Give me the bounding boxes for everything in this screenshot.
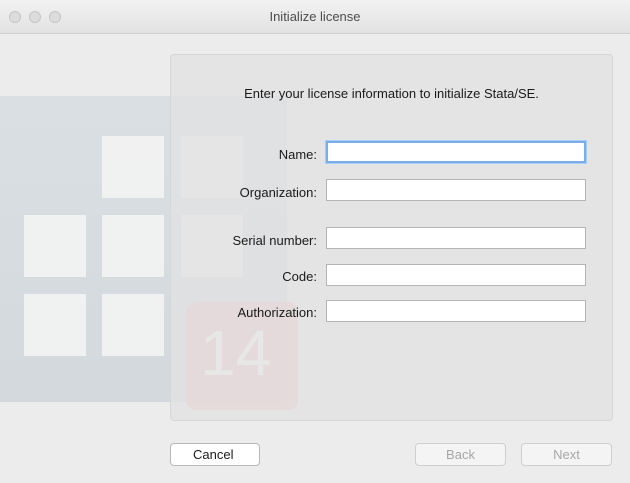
name-label: Name: [278,147,317,162]
license-prompt: Enter your license information to initia… [244,86,539,101]
artwork-tile [24,215,86,277]
authorization-label: Authorization: [237,305,318,320]
code-field[interactable] [326,264,586,286]
back-button[interactable]: Back [415,443,506,466]
title-bar: Initialize license [0,0,630,34]
name-field[interactable] [326,141,586,163]
serial-number-field[interactable] [326,227,586,249]
authorization-field[interactable] [326,300,586,322]
window-title: Initialize license [269,9,361,24]
serial-number-label: Serial number: [232,233,317,248]
organization-field[interactable] [326,179,586,201]
artwork-tile [102,294,164,356]
cancel-button[interactable]: Cancel [170,443,260,466]
artwork-tile [102,215,164,277]
license-window: Initialize license 14 Enter your license… [0,0,630,483]
code-label: Code: [282,269,317,284]
next-button[interactable]: Next [521,443,612,466]
artwork-tile [24,294,86,356]
organization-label: Organization: [239,185,317,200]
artwork-tile [102,136,164,198]
